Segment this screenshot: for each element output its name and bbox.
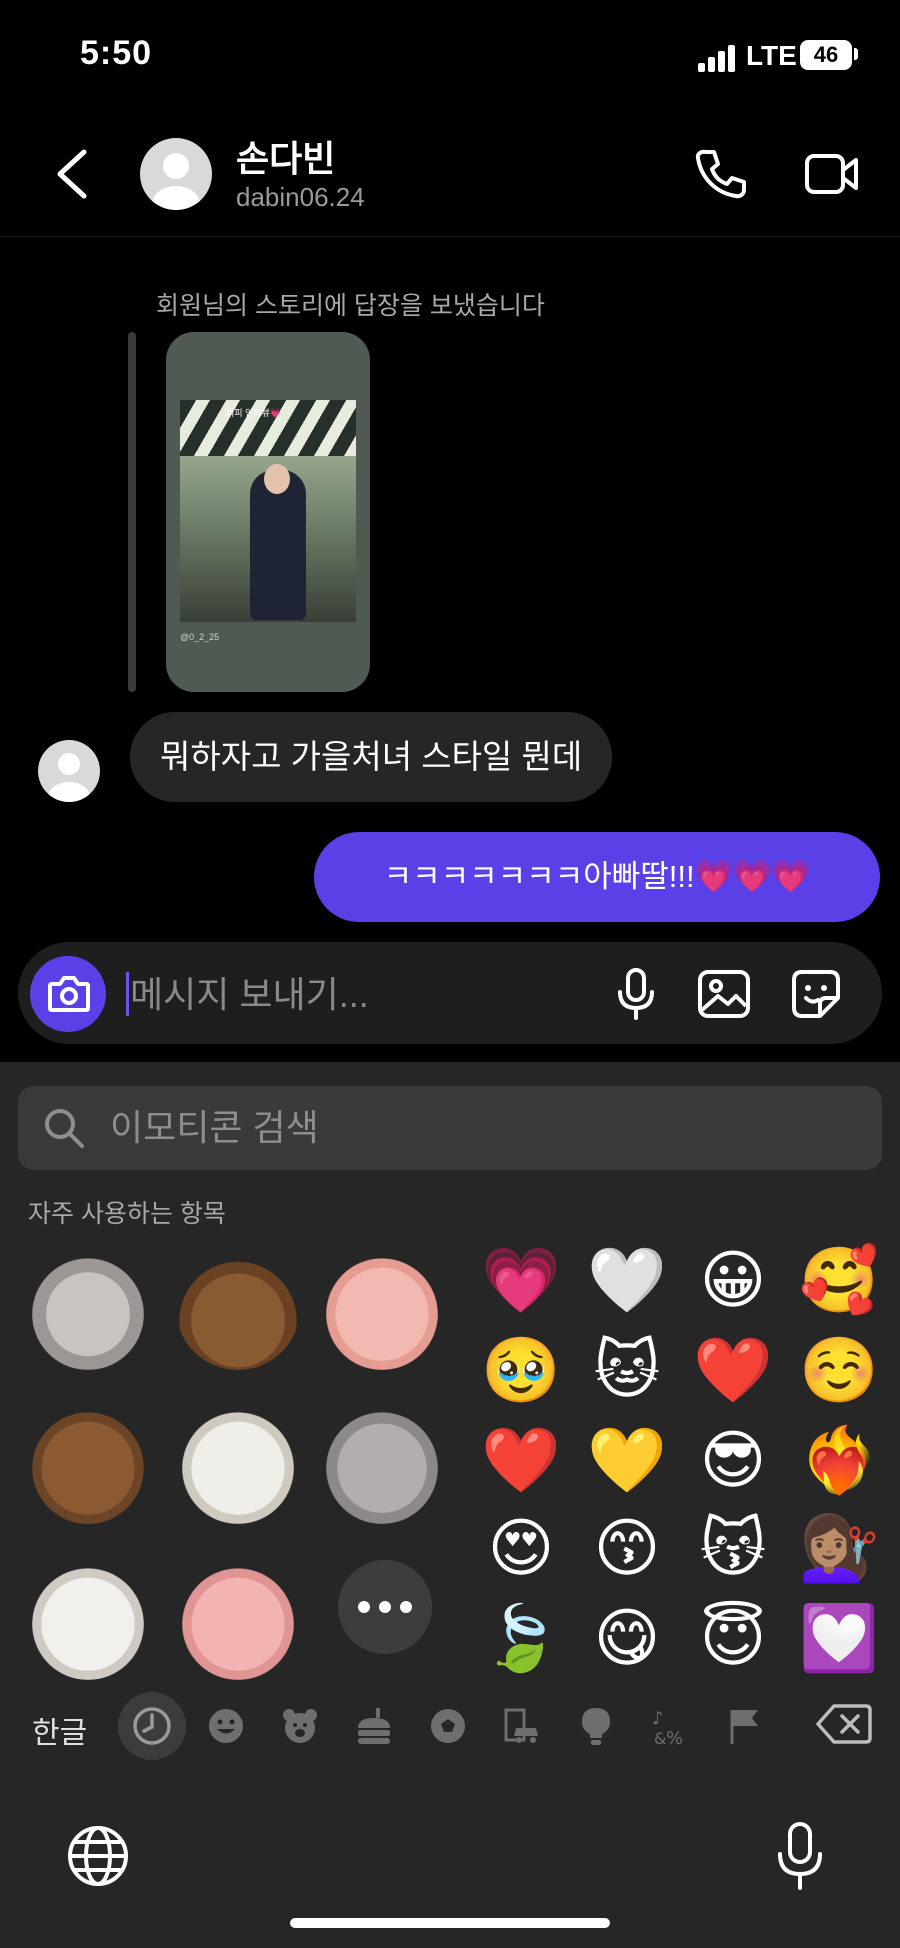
- memoji-poop-cursing[interactable]: [176, 1246, 300, 1370]
- emoji-kissing-cat[interactable]: 😽: [688, 1504, 778, 1594]
- sticker-icon[interactable]: [786, 964, 846, 1024]
- video-call-icon[interactable]: [804, 146, 860, 202]
- delete-backspace-icon[interactable]: [816, 1702, 872, 1746]
- message-input[interactable]: [130, 970, 570, 1020]
- symbols-category-icon[interactable]: ♪ % &: [648, 1704, 692, 1748]
- home-indicator[interactable]: [290, 1918, 610, 1928]
- emoji-haircut[interactable]: 💇🏽‍♀️: [794, 1504, 884, 1594]
- header-divider: [0, 236, 900, 237]
- emoji-halo-face[interactable]: 😇: [688, 1594, 778, 1684]
- svg-text:♪: ♪: [652, 1708, 664, 1729]
- animals-category-icon[interactable]: [278, 1704, 322, 1748]
- sender-avatar[interactable]: [38, 740, 100, 802]
- memoji-cow-heart-eyes[interactable]: [176, 1400, 300, 1524]
- memoji-mouse-mind-blown[interactable]: [320, 1400, 444, 1524]
- incoming-message-bubble[interactable]: 뭐하자고 가을처녀 스타일 뭔데: [130, 712, 613, 802]
- story-overlay-text: 커피 인터뷰💗: [226, 408, 282, 418]
- activity-category-icon[interactable]: [426, 1704, 470, 1748]
- text-caret: [126, 972, 129, 1016]
- frequently-used-label: 자주 사용하는 항목: [28, 1200, 226, 1228]
- battery-icon: 46: [800, 40, 852, 70]
- more-stickers-button[interactable]: [338, 1560, 432, 1654]
- memoji-bear-tongue[interactable]: [26, 1400, 150, 1524]
- emoji-sunglasses[interactable]: 😎: [688, 1416, 778, 1506]
- emoji-heart-eyes[interactable]: 😍: [476, 1504, 566, 1594]
- contact-name[interactable]: 손다빈: [236, 130, 335, 182]
- food-category-icon[interactable]: [352, 1704, 396, 1748]
- emoji-grinning-face[interactable]: 😀: [688, 1236, 778, 1326]
- emoji-smiling-hearts[interactable]: 🥰: [794, 1236, 884, 1326]
- emoji-yum-face[interactable]: 😋: [582, 1594, 672, 1684]
- travel-category-icon[interactable]: [500, 1704, 544, 1748]
- gallery-image-icon[interactable]: [694, 964, 754, 1024]
- emoji-smiling-face[interactable]: ☺️: [794, 1326, 884, 1416]
- camera-button[interactable]: [30, 956, 106, 1032]
- recent-clock-icon[interactable]: [130, 1704, 174, 1748]
- camera-icon: [48, 976, 90, 1012]
- memoji-pig-tear[interactable]: [176, 1556, 300, 1680]
- contact-username[interactable]: dabin06.24: [236, 182, 365, 213]
- outgoing-message-bubble[interactable]: ㅋㅋㅋㅋㅋㅋㅋ아빠딸!!!💗💗💗: [314, 832, 880, 922]
- story-reply-caption: 회원님의 스토리에 답장을 보냈습니다: [156, 292, 545, 320]
- memoji-mouse-heart-eyes[interactable]: [26, 1246, 150, 1370]
- emoji-leaves[interactable]: 🍃: [476, 1594, 566, 1684]
- emoji-search-input[interactable]: [110, 1104, 710, 1152]
- reply-indicator-bar: [128, 332, 136, 692]
- back-arrow-icon[interactable]: [50, 148, 96, 200]
- status-time: 5:50: [80, 34, 153, 72]
- smileys-category-icon[interactable]: [204, 1704, 248, 1748]
- svg-text:%: %: [666, 1728, 683, 1748]
- emoji-holding-back-tears[interactable]: 🥹: [476, 1326, 566, 1416]
- emoji-heart-decoration[interactable]: 💟: [794, 1594, 884, 1684]
- story-tag: @0_2_25: [180, 632, 220, 642]
- flags-category-icon[interactable]: [722, 1704, 766, 1748]
- emoji-red-heart[interactable]: ❤️: [688, 1326, 778, 1416]
- memoji-pig-cursing[interactable]: [320, 1246, 444, 1370]
- contact-avatar[interactable]: [140, 138, 212, 210]
- phone-call-icon[interactable]: [692, 146, 748, 202]
- language-label[interactable]: 한글: [32, 1708, 87, 1752]
- search-icon: [45, 1109, 84, 1148]
- svg-text:&: &: [654, 1729, 666, 1748]
- story-photo: [180, 400, 356, 622]
- previous-message-fragment: ...: [390, 218, 411, 232]
- default-avatar-icon: [48, 753, 90, 802]
- emoji-kissing-face[interactable]: 😙: [582, 1504, 672, 1594]
- memoji-skull-wink[interactable]: [26, 1556, 150, 1680]
- emoji-red-heart-2[interactable]: ❤️: [476, 1416, 566, 1506]
- story-preview-card[interactable]: 커피 인터뷰💗 @0_2_25: [166, 332, 370, 692]
- emoji-white-heart[interactable]: 🤍: [582, 1236, 672, 1326]
- microphone-icon[interactable]: [606, 964, 666, 1024]
- network-label: LTE: [746, 40, 797, 71]
- default-avatar-icon: [152, 153, 200, 210]
- battery-nub: [854, 48, 858, 60]
- emoji-heart-on-fire[interactable]: ❤️‍🔥: [794, 1416, 884, 1506]
- emoji-yellow-heart[interactable]: 💛: [582, 1416, 672, 1506]
- emoji-cat-face[interactable]: 🐱: [582, 1326, 672, 1416]
- objects-category-icon[interactable]: [574, 1704, 618, 1748]
- emoji-growing-heart[interactable]: 💗: [476, 1236, 566, 1326]
- globe-icon[interactable]: [66, 1824, 130, 1888]
- signal-icon: [698, 44, 738, 72]
- dictation-microphone-icon[interactable]: [776, 1822, 824, 1890]
